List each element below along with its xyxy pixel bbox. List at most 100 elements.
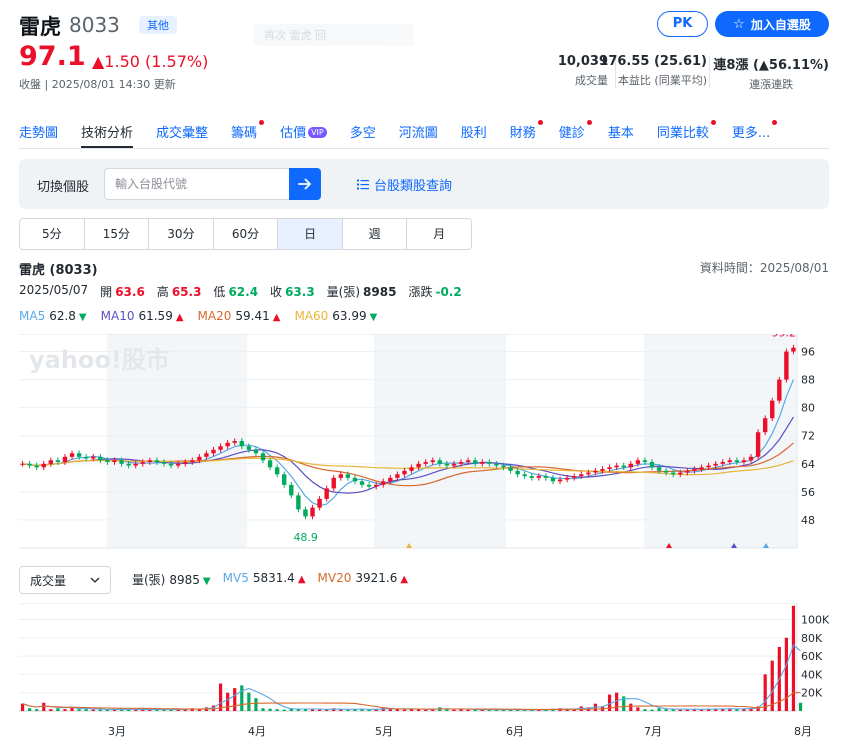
candle-body — [487, 462, 492, 464]
tab-8[interactable]: 財務 — [510, 120, 543, 148]
volume-bar — [275, 709, 279, 711]
legend-item: 量(張) 8985 ▼ — [132, 571, 211, 588]
tab-0[interactable]: 走勢圖 — [19, 120, 58, 148]
ohlc-value: 62.4 — [228, 285, 259, 299]
volume-bar — [226, 692, 230, 711]
high-annotation: 99.2 — [771, 334, 796, 339]
stock-symbol-input[interactable] — [104, 168, 290, 200]
category-query-label: 台股類股查詢 — [374, 179, 453, 194]
volume-bar — [629, 703, 633, 711]
ohlc-item: 開 63.6 — [100, 283, 145, 300]
candle-body — [784, 351, 789, 380]
volume-bar — [402, 709, 407, 711]
candle-body — [69, 453, 75, 457]
period-5[interactable]: 週 — [343, 219, 408, 249]
candle-body — [755, 432, 761, 457]
yahoo-watermark: yahoo!股市 — [29, 346, 170, 374]
candle-body — [267, 460, 273, 468]
tab-3[interactable]: 籌碼 — [231, 120, 265, 148]
tab-4[interactable]: 估價 VIP — [280, 120, 327, 148]
candle-body — [91, 456, 96, 459]
candle-body — [621, 465, 626, 468]
candle-body — [183, 462, 188, 464]
legend-value: 61.59 — [138, 309, 173, 323]
candle-body — [76, 453, 82, 457]
period-3[interactable]: 60分 — [214, 219, 279, 249]
period-4[interactable]: 日 — [278, 219, 343, 249]
price-tick-label: 48 — [801, 514, 815, 527]
candle-body — [579, 474, 584, 477]
category-badge[interactable]: 其他 — [139, 16, 177, 34]
candle-body — [211, 449, 216, 454]
legend-label: MV20 — [317, 571, 352, 585]
price-tick-label: 80 — [801, 402, 815, 415]
candle-body — [204, 453, 209, 457]
candle-body — [366, 484, 372, 487]
candle-body — [586, 472, 591, 475]
tab-12[interactable]: 更多... — [732, 120, 778, 148]
add-watchlist-button[interactable]: ☆ 加入自選股 — [715, 11, 829, 37]
tab-label: 基本 — [607, 126, 634, 141]
period-2[interactable]: 30分 — [149, 219, 214, 249]
candle-body — [515, 470, 520, 475]
candle-body — [140, 462, 145, 464]
pk-button[interactable]: PK — [657, 11, 708, 37]
legend-item: MA60 63.99 ▼ — [294, 309, 377, 323]
candle-body — [423, 462, 428, 464]
candle-body — [154, 460, 160, 463]
tab-5[interactable]: 多空 — [350, 120, 376, 148]
tab-6[interactable]: 河流圖 — [399, 120, 438, 148]
candle-body — [119, 460, 124, 464]
ohlc-value: 65.3 — [171, 285, 202, 299]
legend-label: 量(張) — [132, 573, 166, 587]
indicator-select[interactable]: 成交量 — [19, 566, 111, 594]
candle-body — [663, 470, 669, 473]
candle-body — [649, 462, 655, 468]
tab-label: 估價 — [280, 126, 307, 141]
candle-body — [699, 467, 704, 470]
tab-11[interactable]: 同業比較 — [657, 120, 716, 148]
stat-value: 連8漲 (▲56.11%) — [713, 58, 829, 73]
tab-1[interactable]: 技術分析 — [81, 120, 134, 148]
candle-body — [41, 463, 46, 468]
candle-body — [734, 460, 740, 463]
period-6[interactable]: 月 — [407, 219, 471, 249]
candle-body — [600, 469, 605, 471]
tab-9[interactable]: 健診 — [558, 120, 592, 148]
tab-7[interactable]: 股利 — [461, 120, 487, 148]
candle-body — [522, 474, 527, 477]
candle-body — [260, 453, 266, 461]
period-0[interactable]: 5分 — [20, 219, 85, 249]
ohlc-label: 收 — [270, 285, 283, 299]
period-1[interactable]: 15分 — [85, 219, 150, 249]
volume-chart[interactable]: 100K 80K 60K 40K 20K 3月 4月 5月 6月 7月 8月 — [19, 603, 831, 745]
legend-arrow: ▲ — [272, 312, 281, 323]
month-label: 3月 — [108, 725, 126, 738]
tab-label: 健診 — [558, 126, 585, 141]
volume-bar — [98, 709, 102, 711]
volume-bar — [35, 709, 39, 711]
volume-bar — [650, 709, 654, 711]
candle-body — [671, 472, 676, 475]
price-chart[interactable]: 96 88 80 72 64 56 48 yahoo!股市 99.2 48.9 — [19, 334, 831, 552]
candle-body — [706, 465, 711, 468]
candle-body — [395, 474, 400, 478]
stat-streak: 連8漲 (▲56.11%) 連漲連跌 — [713, 54, 829, 92]
category-query-link[interactable]: 台股類股查詢 — [357, 175, 452, 194]
volume-tick-label: 40K — [801, 668, 823, 681]
volume-bar — [63, 709, 67, 711]
tab-2[interactable]: 成交彙整 — [156, 120, 208, 148]
price-change: ▲1.50 (1.57%) — [92, 52, 209, 71]
tab-10[interactable]: 基本 — [608, 120, 634, 148]
volume-bar — [664, 709, 668, 711]
tab-label: 成交彙整 — [156, 126, 209, 141]
ohlc-label: 漲跌 — [408, 285, 433, 299]
month-label: 4月 — [248, 725, 266, 738]
stock-code: 8033 — [69, 13, 120, 37]
search-submit-button[interactable] — [289, 168, 321, 200]
candle-body — [232, 441, 237, 443]
candle-body — [416, 463, 421, 468]
candle-body — [472, 460, 478, 464]
legend-value: 5831.4 — [252, 571, 295, 585]
candle-body — [678, 472, 683, 475]
